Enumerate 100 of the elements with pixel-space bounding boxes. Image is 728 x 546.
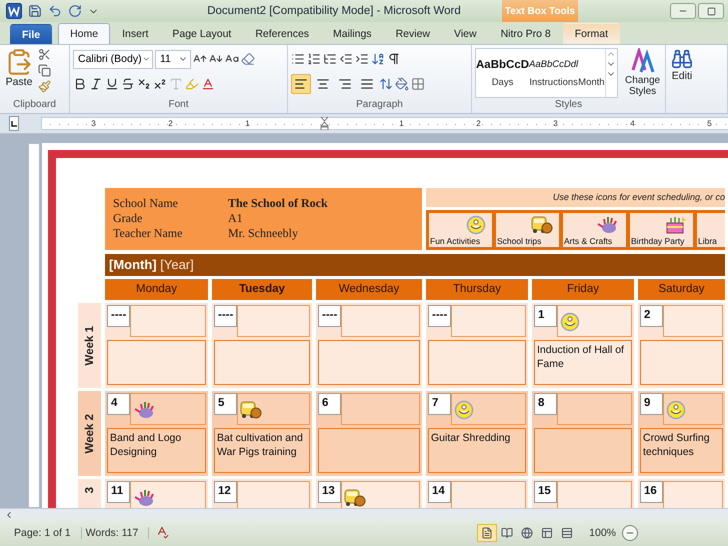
maximize-button[interactable] [698, 3, 724, 19]
ribbon-tab[interactable]: Format [562, 23, 620, 44]
day-header: Wednesday [316, 279, 422, 300]
date-number: 7 [428, 393, 451, 415]
line-spacing-icon[interactable] [379, 77, 393, 91]
smiley-icon [454, 400, 474, 420]
cut-icon[interactable] [38, 48, 51, 61]
day-header: Friday [532, 279, 634, 300]
event-box[interactable]: Crowd Surfing techniques [640, 428, 723, 473]
left-tab-icon [10, 120, 18, 128]
clear-formatting-icon[interactable] [241, 52, 255, 66]
horizontal-ruler[interactable]: 3 2 1 1 2 3 4 5 [41, 117, 728, 130]
page-count[interactable]: Page: 1 of 1 [10, 527, 82, 539]
zoom-out-button[interactable] [622, 525, 638, 541]
legend-tile: Libra [697, 213, 725, 247]
increase-indent-icon[interactable] [355, 52, 369, 66]
legend-tile: Fun Activities [429, 213, 492, 247]
font-name-field[interactable]: Calibri (Body) [73, 50, 153, 68]
event-box[interactable]: Bat cultivation and War Pigs training [214, 428, 310, 473]
style-item[interactable]: AaBbCcDdl Instructions [529, 49, 578, 97]
week-label: Week 1 [84, 326, 96, 366]
ribbon-tab[interactable]: File [10, 24, 52, 44]
cake-icon [665, 215, 687, 235]
multilevel-list-icon[interactable] [323, 52, 337, 66]
info-label: Teacher Name [113, 226, 184, 241]
subscript-icon[interactable] [137, 77, 151, 91]
view-button[interactable] [477, 524, 498, 542]
maximize-icon[interactable] [706, 6, 716, 16]
date-number: 13 [318, 481, 341, 503]
bold-icon[interactable] [73, 77, 87, 91]
ribbon-tab[interactable]: Mailings [321, 23, 384, 44]
proofing-icon[interactable] [155, 524, 170, 538]
justify-icon [360, 77, 374, 91]
ribbon-tab[interactable]: Home [58, 23, 110, 44]
ribbon-tab[interactable]: Review [384, 23, 442, 44]
copy-icon[interactable] [38, 64, 51, 77]
alignment-button[interactable] [291, 74, 311, 94]
ribbon-tab[interactable]: Nitro Pro 8 [488, 23, 563, 44]
word-count[interactable]: Words: 117 [82, 527, 150, 539]
event-box[interactable] [318, 340, 420, 385]
day-header: Tuesday [212, 279, 312, 300]
save-icon[interactable] [28, 4, 42, 18]
ribbon-tab[interactable]: Insert [110, 23, 160, 44]
zoom-level[interactable]: 100% [589, 527, 616, 539]
decrease-indent-icon[interactable] [339, 52, 353, 66]
style-item[interactable]: AaBbCcD Days [476, 49, 530, 97]
event-text: Guitar Shredding [431, 432, 510, 444]
align-left-icon [294, 77, 308, 91]
pilcrow-icon[interactable] [387, 52, 401, 66]
horizontal-scrollbar[interactable] [0, 508, 728, 520]
strikethrough-icon[interactable] [121, 77, 135, 91]
event-box[interactable] [107, 340, 206, 385]
event-box[interactable] [214, 340, 310, 385]
bus-icon [531, 215, 553, 235]
borders-icon[interactable] [411, 77, 425, 91]
underline-icon[interactable] [105, 77, 119, 91]
event-box[interactable] [640, 340, 723, 385]
paste-button[interactable]: Paste [3, 48, 35, 99]
undo-icon[interactable] [48, 4, 62, 18]
event-box[interactable]: Induction of Hall of Fame [534, 340, 632, 385]
editing-button[interactable]: Editi [669, 48, 695, 113]
event-box[interactable]: Guitar Shredding [428, 428, 526, 473]
ribbon-tab[interactable]: References [243, 23, 322, 44]
smiley-icon [466, 215, 486, 235]
format-painter-icon[interactable] [38, 80, 51, 93]
outline-icon [541, 527, 554, 539]
legend-tile: School trips [496, 213, 559, 247]
web-layout-icon [521, 527, 534, 539]
date-number: 6 [318, 393, 341, 415]
date-number: 15 [534, 481, 557, 503]
day-header: Thursday [426, 279, 528, 300]
info-value: A1 [228, 211, 244, 226]
print-layout-icon [481, 527, 494, 539]
tab-selector[interactable] [9, 116, 19, 131]
event-box[interactable] [428, 340, 526, 385]
redo-icon[interactable] [68, 4, 82, 18]
style-item[interactable]: Month [578, 49, 605, 97]
numbering-icon[interactable] [307, 52, 321, 66]
bus-icon [344, 488, 366, 508]
superscript-icon[interactable] [153, 77, 167, 91]
font-size-field[interactable]: 11 [155, 50, 191, 68]
ribbon-tab[interactable]: View [442, 23, 489, 44]
word-logo-icon[interactable] [6, 3, 22, 19]
change-styles-button[interactable]: Change Styles [620, 48, 665, 99]
reading-view-icon [501, 527, 514, 539]
date-number: 4 [107, 393, 130, 415]
indent-marker-icon[interactable] [320, 117, 329, 130]
date-number: 1 [534, 305, 557, 327]
info-label: School Name [113, 196, 179, 211]
date-number: ---- [318, 305, 341, 327]
binoculars-icon[interactable] [671, 48, 693, 70]
event-box[interactable]: Band and Logo Designing [107, 428, 206, 473]
font-color-icon[interactable] [201, 77, 215, 91]
ribbon-tab[interactable]: Page Layout [160, 23, 244, 44]
shading-icon[interactable] [395, 77, 409, 91]
italic-icon[interactable] [89, 77, 103, 91]
sort-icon[interactable] [371, 52, 385, 66]
align-right-icon [338, 77, 352, 91]
date-number: 12 [214, 481, 237, 503]
legend-tile: Arts & Crafts [563, 213, 626, 247]
